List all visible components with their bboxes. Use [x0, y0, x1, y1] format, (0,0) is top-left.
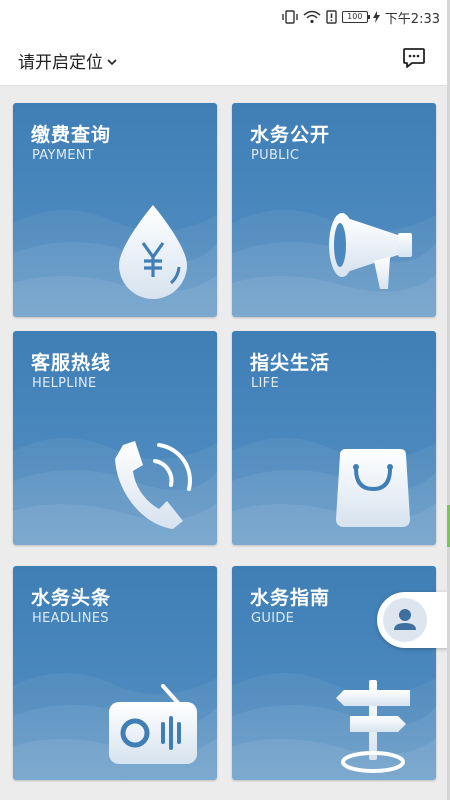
- message-button[interactable]: [402, 46, 426, 70]
- radio-icon: [109, 684, 197, 764]
- avatar: [383, 598, 427, 642]
- shopping-bag-icon: [336, 449, 410, 527]
- alert-icon: [326, 10, 337, 24]
- vibrate-icon: [282, 10, 298, 24]
- tile-life[interactable]: 指尖生活 LIFE: [232, 331, 436, 545]
- phone-icon: [115, 441, 192, 529]
- tile-title: 水务公开: [250, 124, 331, 146]
- tile-payment[interactable]: 缴费查询 PAYMENT: [13, 103, 217, 317]
- user-icon: [394, 609, 416, 630]
- chevron-down-icon: [107, 51, 117, 71]
- tile-subtitle: HEADLINES: [32, 611, 109, 626]
- tile-subtitle: PUBLIC: [251, 148, 300, 163]
- tile-subtitle: PAYMENT: [32, 148, 95, 163]
- tile-helpline[interactable]: 客服热线 HELPLINE: [13, 331, 217, 545]
- tile-public[interactable]: 水务公开 PUBLIC: [232, 103, 436, 317]
- tile-title: 缴费查询: [31, 124, 112, 146]
- tile-headlines[interactable]: 水务头条 HEADLINES: [13, 566, 217, 780]
- tile-title: 水务指南: [250, 587, 331, 609]
- tile-title: 水务头条: [31, 587, 112, 609]
- tile-subtitle: HELPLINE: [32, 376, 97, 391]
- charging-icon: [372, 11, 380, 23]
- status-bar: 100 下午2:33: [0, 0, 450, 34]
- location-selector[interactable]: 请开启定位: [18, 48, 117, 73]
- top-header: 请开启定位: [0, 34, 450, 86]
- floating-user-button[interactable]: [377, 592, 450, 648]
- wifi-icon: [303, 10, 321, 24]
- megaphone-icon: [329, 213, 412, 289]
- message-bubble-icon: [403, 48, 425, 68]
- battery-indicator: 100: [341, 11, 370, 23]
- signpost-icon: [336, 680, 410, 773]
- location-label: 请开启定位: [18, 53, 103, 73]
- yen-drop-icon: [119, 205, 187, 299]
- status-icons: 100 下午2:33: [282, 8, 440, 27]
- status-time: 下午2:33: [384, 11, 440, 27]
- tile-title: 指尖生活: [250, 352, 331, 374]
- tile-subtitle: GUIDE: [251, 611, 295, 626]
- tile-title: 客服热线: [31, 352, 112, 374]
- tile-subtitle: LIFE: [251, 376, 279, 391]
